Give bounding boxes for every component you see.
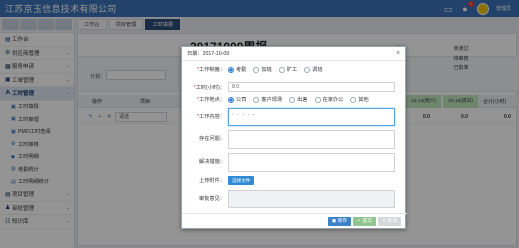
hours-input[interactable]: 8.0: [228, 82, 395, 92]
content-textarea[interactable]: · · · · ·: [228, 108, 395, 126]
status-label: 工作制度：: [199, 67, 225, 73]
radio-attendance[interactable]: 考勤: [228, 66, 246, 73]
save-button[interactable]: ▣ 保存: [327, 216, 352, 226]
dialog-header: 日期：2017-10-09 ×: [182, 47, 405, 61]
hours-row: *工时(小时)： 8.0: [182, 82, 407, 92]
place-label: 工作地点：: [199, 97, 225, 103]
problem-label: 存在问题：: [199, 136, 225, 142]
submit-button[interactable]: ✓ 提交: [353, 216, 377, 226]
problem-textarea[interactable]: [228, 130, 395, 149]
timesheet-dialog: 日期：2017-10-09 × *工作制度： 考勤 加班 旷工 调班 *工时(小…: [181, 46, 407, 229]
problem-row: 存在问题：: [182, 130, 407, 149]
dialog-footer: ▣ 保存 ✓ 提交 ✕ 取消: [182, 213, 407, 228]
radio-absent[interactable]: 旷工: [278, 66, 297, 73]
status-row: *工作制度： 考勤 加班 旷工 调班: [197, 66, 323, 73]
radio-overtime[interactable]: 加班: [253, 66, 272, 73]
content-label: 工作内容：: [199, 114, 225, 120]
review-label: 审批意见：: [199, 196, 225, 202]
review-textarea: [228, 190, 395, 208]
cancel-button[interactable]: ✕ 取消: [378, 216, 401, 226]
review-row: 审批意见：: [182, 190, 407, 208]
radio-business-trip[interactable]: 出差: [289, 96, 308, 103]
attach-row: 上传附件： 选择文件: [182, 176, 407, 185]
dialog-date: 日期：2017-10-09: [187, 51, 230, 57]
attach-label: 上传附件：: [199, 178, 225, 184]
solution-textarea[interactable]: [228, 153, 395, 172]
radio-other[interactable]: 其他: [350, 96, 369, 103]
radio-client-site[interactable]: 客户现场: [253, 96, 282, 103]
radio-company[interactable]: 公司: [228, 96, 246, 103]
place-row: *工作地点： 公司 客户现场 出差 在家办公 其他: [197, 96, 369, 103]
hours-label: 工时(小时)：: [195, 84, 225, 91]
solution-label: 解决措施：: [199, 159, 225, 165]
content-row: *工作内容： · · · · ·: [182, 108, 407, 126]
close-icon[interactable]: ×: [391, 50, 405, 57]
radio-home[interactable]: 在家办公: [314, 96, 343, 103]
radio-shift[interactable]: 调班: [304, 66, 323, 73]
solution-row: 解决措施：: [182, 153, 407, 172]
upload-button[interactable]: 选择文件: [228, 176, 255, 185]
